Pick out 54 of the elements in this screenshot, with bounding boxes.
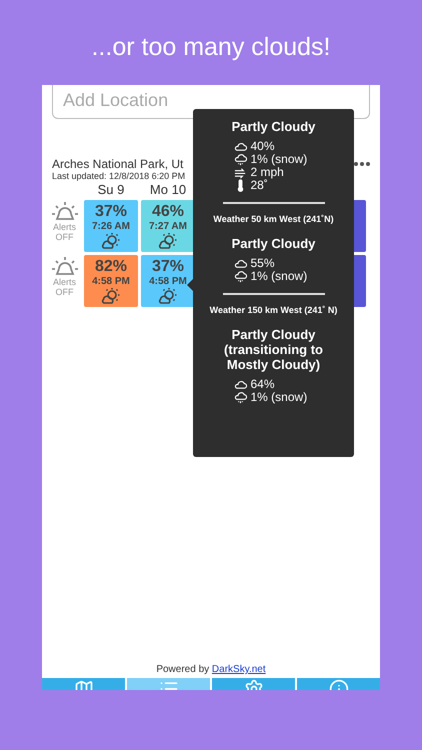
alerts-state: OFF bbox=[56, 232, 74, 242]
detail-text: 1% (snow) bbox=[250, 153, 308, 166]
condition-title: Partly Cloudy bbox=[230, 236, 316, 251]
sunrise-icon[interactable] bbox=[50, 255, 78, 277]
darksky-link[interactable]: DarkSky.net bbox=[212, 664, 266, 675]
cloud-percent: 46% bbox=[152, 203, 184, 221]
more-icon[interactable] bbox=[354, 162, 370, 166]
sun-cloud-icon bbox=[100, 287, 122, 305]
detail-text: 1% (snow) bbox=[250, 270, 308, 283]
detail-text: 28˚ bbox=[250, 179, 268, 192]
forecast-time: 4:58 PM bbox=[149, 276, 187, 287]
forecast-time: 4:58 PM bbox=[92, 276, 130, 287]
sun-cloud-icon bbox=[100, 232, 122, 250]
forecast-tile[interactable]: 46% 7:27 AM bbox=[141, 200, 195, 252]
day-label: Mo 10 bbox=[148, 182, 188, 197]
rain-cloud-icon bbox=[234, 270, 246, 283]
forecast-tile[interactable]: 37% 4:58 PM bbox=[141, 255, 195, 307]
detail-text: 2 mph bbox=[250, 166, 284, 179]
cloud-icon bbox=[234, 140, 246, 153]
rain-cloud-icon bbox=[234, 153, 246, 166]
cloud-percent: 82% bbox=[94, 258, 128, 276]
cloud-icon bbox=[234, 257, 246, 270]
cloud-percent: 37% bbox=[94, 203, 128, 221]
cloud-percent: 37% bbox=[152, 258, 184, 276]
rain-cloud-icon bbox=[234, 391, 246, 404]
alerts-state: OFF bbox=[56, 287, 74, 297]
sun-cloud-icon bbox=[157, 287, 179, 305]
detail-text: 40% bbox=[250, 140, 275, 153]
powered-by: Powered by DarkSky.net bbox=[155, 664, 267, 675]
day-label: Su 9 bbox=[96, 182, 126, 197]
detail-text: 55% bbox=[250, 257, 275, 270]
sun-cloud-icon bbox=[157, 232, 179, 250]
tab[interactable] bbox=[42, 678, 125, 690]
detail-text: 64% bbox=[250, 378, 275, 391]
forecast-tile[interactable]: 37% 7:26 AM bbox=[84, 200, 138, 252]
tab[interactable] bbox=[297, 678, 380, 690]
location-heading: Weather 150 km West (241˚ N) bbox=[208, 305, 338, 315]
wind-icon bbox=[234, 166, 246, 179]
sunrise-icon[interactable] bbox=[50, 200, 78, 222]
tab[interactable] bbox=[127, 678, 210, 690]
tab[interactable] bbox=[212, 678, 295, 690]
condition-title: Partly Cloudy bbox=[230, 119, 316, 134]
location-heading: Weather 50 km West (241˚N) bbox=[212, 214, 335, 224]
alerts-label: Alerts bbox=[52, 277, 76, 287]
detail-text: 1% (snow) bbox=[250, 391, 308, 404]
forecast-tile[interactable]: 82% 4:58 PM bbox=[84, 255, 138, 307]
condition-title: Partly Cloudy (transitioning to Mostly Cloudy) bbox=[223, 327, 324, 372]
last-updated: Last updated: 12/8/2018 6:20 PM bbox=[52, 171, 186, 181]
forecast-time: 7:26 AM bbox=[92, 221, 130, 232]
location-name: Arches National Park, Ut bbox=[52, 157, 184, 171]
alerts-label: Alerts bbox=[52, 222, 76, 232]
cloud-icon bbox=[234, 378, 246, 391]
headline: ...or too many clouds! bbox=[91, 33, 330, 63]
forecast-time: 7:27 AM bbox=[149, 221, 187, 232]
